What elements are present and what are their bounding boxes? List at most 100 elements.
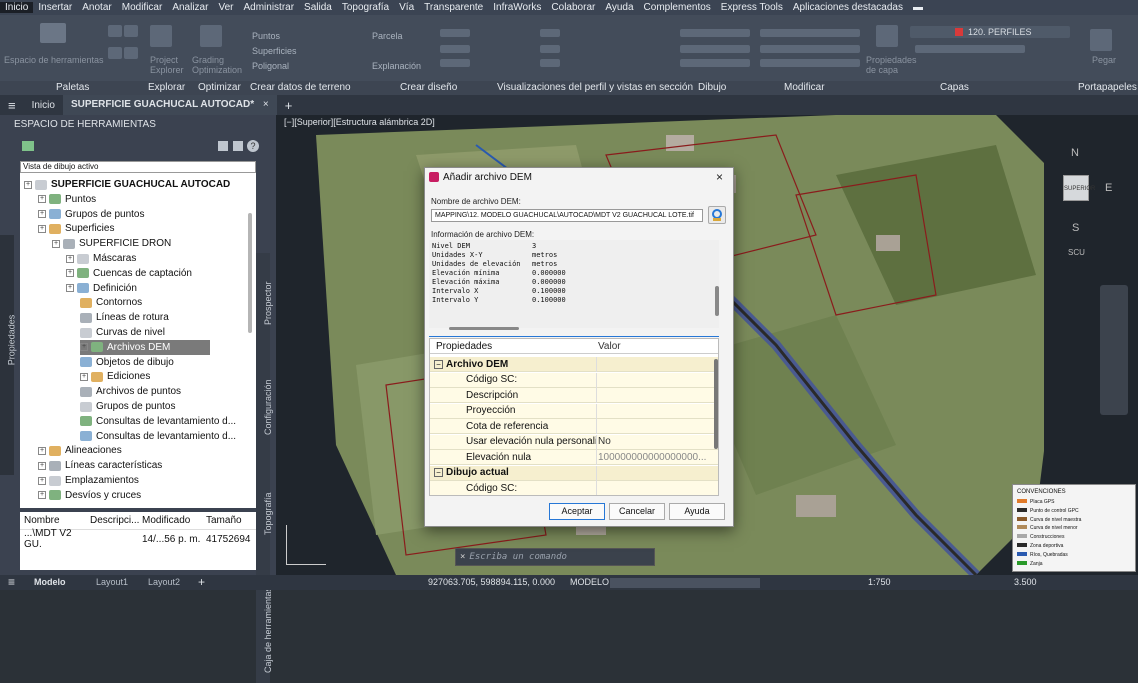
accept-button[interactable]: Aceptar [549,503,605,520]
info-scrollbar[interactable] [715,286,719,316]
close-icon[interactable]: × [460,552,465,562]
menu-infraworks[interactable]: InfraWorks [488,2,546,13]
elevation-value[interactable]: 3.500 [1014,577,1037,587]
tree-item[interactable]: + Máscaras [66,251,136,266]
design-icon-3[interactable] [440,59,470,67]
col-tamano[interactable]: Tamaño [206,515,256,526]
viewcube-face[interactable]: SUPERIOR [1063,175,1095,201]
menu-express-tools[interactable]: Express Tools [716,2,788,13]
view-select[interactable]: Vista de dibujo activo [20,161,256,173]
props-row[interactable]: Código SC: [430,372,718,388]
group-modificar[interactable]: Modificar [784,82,825,93]
project-explorer-icon[interactable] [150,25,172,47]
tree-item[interactable]: + Archivos DEM [80,339,211,355]
tab-close-icon[interactable]: × [263,99,269,110]
paste-label[interactable]: Pegar [1092,55,1116,65]
props-category[interactable]: − Archivo DEM [430,357,718,372]
tree-item[interactable]: Consultas de levantamiento d... [80,429,236,444]
draw-icons-row-3[interactable] [680,59,750,67]
expand-icon[interactable]: + [80,372,88,381]
props-row[interactable]: Cota de referencia [430,419,718,434]
toolspace-tool-icon-1[interactable] [218,141,228,151]
help-button[interactable]: Ayuda [669,503,725,520]
design-icon-2[interactable] [440,45,470,53]
design-icon-1[interactable] [440,29,470,37]
toolspace-drawing-icon[interactable] [22,141,34,151]
expand-icon[interactable]: + [38,224,46,233]
palette-icon-4[interactable] [124,47,138,59]
tree-item[interactable]: + SUPERFICIE DRON [52,236,171,251]
expand-icon[interactable]: + [24,180,32,189]
status-menu-icon[interactable]: ≡ [8,575,15,589]
cancel-button[interactable]: Cancelar [609,503,665,520]
collapse-icon[interactable]: − [434,359,443,369]
modify-icons-row-2[interactable] [760,45,860,53]
tree-item[interactable]: Archivos de puntos [80,384,181,399]
hamburger-menu-icon[interactable]: ≡ [0,98,24,113]
group-capas[interactable]: Capas [940,82,969,93]
menu-ver[interactable]: Ver [213,2,238,13]
tree-item[interactable]: + Cuencas de captación [66,266,192,281]
palette-icon-1[interactable] [108,25,122,37]
app-store-icon[interactable]: ▬ [908,2,928,13]
tree-item[interactable]: + Puntos [38,192,96,207]
expand-icon[interactable]: + [38,210,46,219]
expand-icon[interactable]: + [38,461,46,470]
menu-administrar[interactable]: Administrar [238,2,299,13]
project-explorer-label[interactable]: Project Explorer [150,55,190,75]
properties-grid[interactable]: Propiedades Valor − Archivo DEM Código SC: De… [429,338,719,496]
superficies-button[interactable]: Superficies [252,46,297,56]
expand-icon[interactable]: + [66,269,74,278]
model-space-toggle[interactable]: MODELO [570,577,609,587]
tree-item[interactable]: + Desvíos y cruces [38,488,141,503]
tab-model[interactable]: Modelo [34,577,66,587]
props-row[interactable]: Proyección [430,403,718,419]
palette-icon-2[interactable] [124,25,138,37]
group-paletas[interactable]: Paletas [56,82,89,93]
puntos-button[interactable]: Puntos [252,31,280,41]
props-category[interactable]: − Dibujo actual [430,465,718,481]
layer-tools-row[interactable] [915,45,1025,53]
viewcube-east[interactable]: E [1105,182,1112,194]
tree-scrollbar[interactable] [248,213,252,333]
collapse-icon[interactable]: − [434,468,443,477]
expand-icon[interactable]: + [66,254,74,263]
dialog-titlebar[interactable]: Añadir archivo DEM × [425,168,733,186]
status-tools[interactable] [610,578,760,588]
props-scrollbar[interactable] [714,359,718,449]
viewcube-north[interactable]: N [1071,147,1079,159]
profile-view-icon-2[interactable] [540,45,560,53]
props-row[interactable]: Elevación nula 100000000000000000... [430,450,718,465]
tree-item[interactable]: + Emplazamientos [38,473,139,488]
props-row[interactable]: Código SC: [430,481,718,495]
prop-value[interactable]: No [598,436,708,447]
tree-item[interactable]: Objetos de dibujo [80,355,174,370]
tab-document[interactable]: SUPERFICIE GUACHUCAL AUTOCAD* × [62,95,277,115]
viewport-label[interactable]: [−][Superior][Estructura alámbrica 2D] [284,117,435,127]
group-dibujo[interactable]: Dibujo [698,82,726,93]
paste-icon[interactable] [1090,29,1112,51]
props-row[interactable]: Usar elevación nula personaliz...No [430,434,718,450]
profile-view-icon-1[interactable] [540,29,560,37]
command-input[interactable]: Escriba un comando [469,552,567,562]
tree-item[interactable]: + Grupos de puntos [38,207,145,222]
poligonal-button[interactable]: Poligonal [252,61,289,71]
draw-icons-row-2[interactable] [680,45,750,53]
info-hscrollbar[interactable] [449,327,519,330]
tree-item[interactable]: + Alineaciones [38,443,122,458]
tree-item[interactable]: + Ediciones [80,369,150,384]
expand-icon[interactable]: + [38,491,46,500]
modify-icons-row-1[interactable] [760,29,860,37]
menu-analizar[interactable]: Analizar [167,2,213,13]
expand-icon[interactable]: + [80,343,88,352]
vtab-topograf-a[interactable]: Topografía [256,463,273,543]
group-crear-datos[interactable]: Crear datos de terreno [250,82,351,93]
group-optimizar[interactable]: Optimizar [198,82,241,93]
grading-optimization-label[interactable]: Grading Optimization [192,55,242,75]
explanacion-button[interactable]: Explanación [372,61,421,71]
expand-icon[interactable]: + [52,239,60,248]
tree-item[interactable]: Consultas de levantamiento d... [80,414,236,429]
group-portapapeles[interactable]: Portapapeles [1078,82,1137,93]
dialog-close-icon[interactable]: × [716,170,723,184]
add-layout-icon[interactable]: + [198,575,205,589]
